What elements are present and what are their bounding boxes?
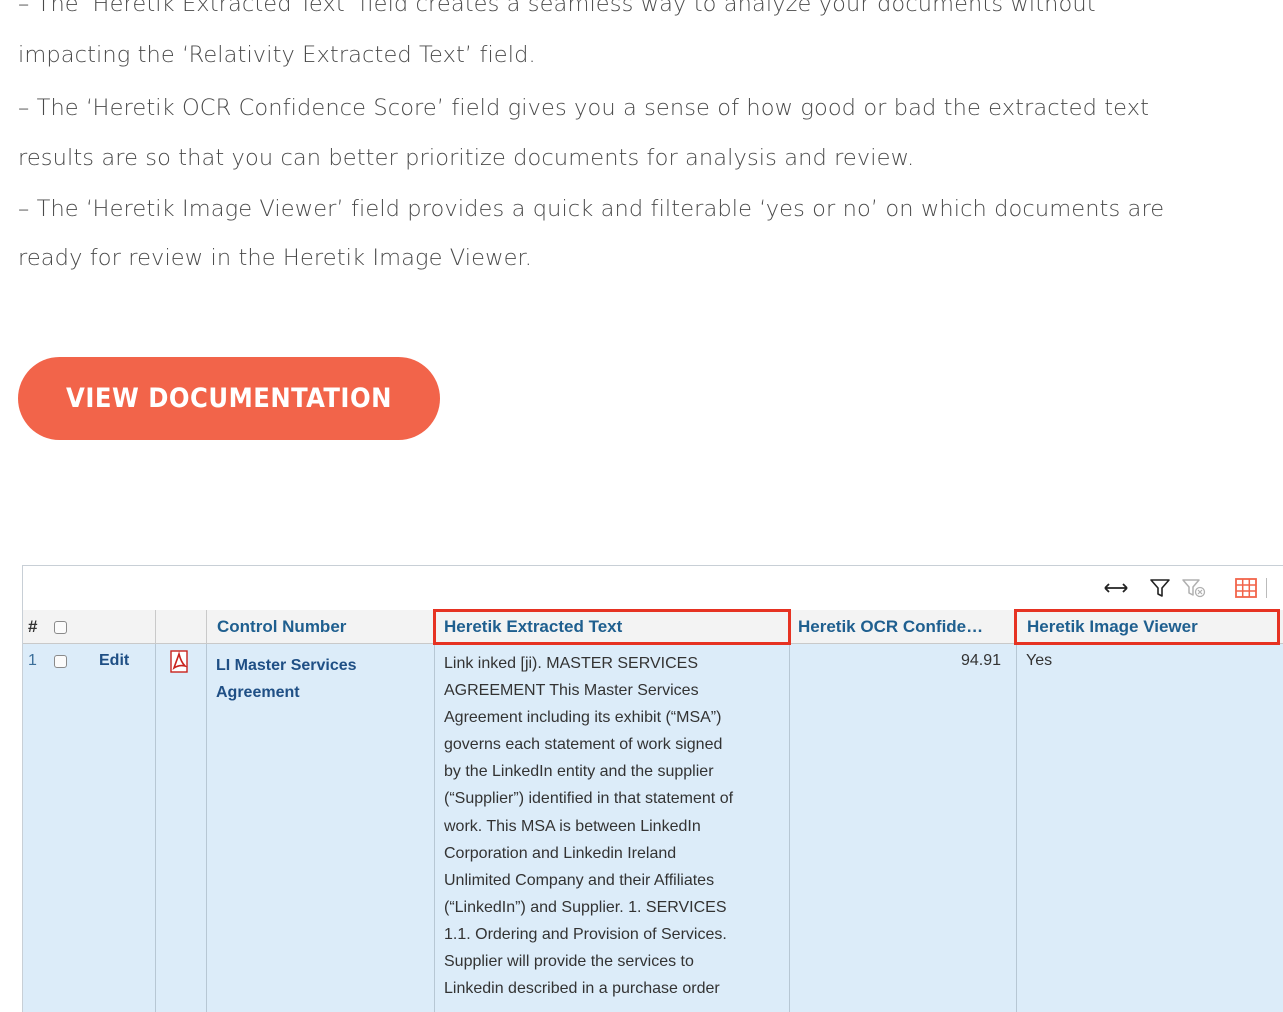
extracted-text-line: work. This MSA is between LinkedIn (444, 817, 701, 835)
grid-icon[interactable] (1233, 576, 1259, 600)
select-all-checkbox[interactable] (54, 621, 67, 634)
extracted-text-line: Agreement including its exhibit (“MSA”) (444, 709, 722, 727)
ocr-confidence-value: 94.91 (960, 652, 1001, 669)
intro-line-2: impacting the ‘Relativity Extracted Text… (18, 42, 536, 68)
extracted-text-line: Supplier will provide the services to (444, 953, 694, 971)
header-extracted-text-label: Heretik Extracted Text (444, 616, 623, 636)
control-number-line-1: LI Master Services (216, 657, 357, 674)
extracted-text-cell: Link inked [ji). MASTER SERVICES AGREEME… (444, 650, 784, 1002)
header-num-label: # (28, 616, 38, 636)
intro-line-3: – The ‘Heretik OCR Confidence Score’ fie… (18, 95, 1150, 121)
grid-toolbar (23, 566, 1283, 611)
extracted-text-line: (“Supplier”) identified in that statemen… (444, 790, 734, 808)
toolbar-divider (1266, 578, 1267, 598)
extracted-text-line: Linkedin described in a purchase order (444, 980, 720, 998)
intro-line-1: – The ‘Heretik Extracted Text’ field cre… (18, 0, 1096, 17)
header-control-number-label: Control Number (217, 616, 347, 636)
control-number-link[interactable]: LI Master Services Agreement (216, 652, 357, 706)
edit-link[interactable]: Edit (99, 652, 129, 670)
header-ocr-confidence[interactable]: Heretik OCR Confide… (790, 610, 1017, 644)
header-extracted-text[interactable]: Heretik Extracted Text (435, 610, 790, 644)
header-control-number[interactable]: Control Number (207, 610, 435, 644)
image-viewer-value: Yes (1026, 652, 1053, 669)
pdf-icon[interactable] (168, 650, 190, 679)
col-bg-viewer (1017, 610, 1283, 1012)
extracted-text-line: Corporation and Linkedin Ireland (444, 844, 677, 862)
extracted-text-line: 1.1. Ordering and Provision of Services. (444, 925, 727, 943)
header-num[interactable]: # (23, 610, 156, 644)
filter-icon[interactable] (1148, 576, 1172, 600)
header-icon (156, 610, 207, 644)
extracted-text-line: AGREEMENT This Master Services (444, 682, 699, 700)
intro-line-4: results are so that you can better prior… (18, 145, 915, 171)
extracted-text-line: (“LinkedIn”) and Supplier. 1. SERVICES (444, 898, 727, 916)
extracted-text-line: by the LinkedIn entity and the supplier (444, 763, 714, 781)
view-documentation-button[interactable]: VIEW DOCUMENTATION (18, 357, 440, 440)
extracted-text-line: Unlimited Company and their Affiliates (444, 871, 715, 889)
col-bg-ocr (790, 610, 1017, 1012)
header-image-viewer[interactable]: Heretik Image Viewer (1017, 610, 1283, 644)
extracted-text-line: Link inked [ji). MASTER SERVICES (444, 655, 699, 672)
intro-line-5: – The ‘Heretik Image Viewer’ field provi… (18, 196, 1165, 222)
header-ocr-confidence-label: Heretik OCR Confide… (798, 616, 984, 636)
row-number: 1 (28, 652, 37, 669)
row-checkbox[interactable] (54, 655, 67, 668)
extracted-text-line: governs each statement of work signed (444, 736, 723, 754)
clear-filter-icon[interactable] (1181, 576, 1207, 600)
expand-width-icon[interactable] (1103, 576, 1129, 600)
header-image-viewer-label: Heretik Image Viewer (1027, 616, 1198, 636)
document-list-screenshot: # Control Number Heretik Extracted Text … (22, 565, 1283, 1012)
intro-line-6: ready for review in the Heretik Image Vi… (18, 245, 533, 271)
control-number-line-2: Agreement (216, 684, 300, 701)
col-bg-num (23, 610, 156, 1012)
